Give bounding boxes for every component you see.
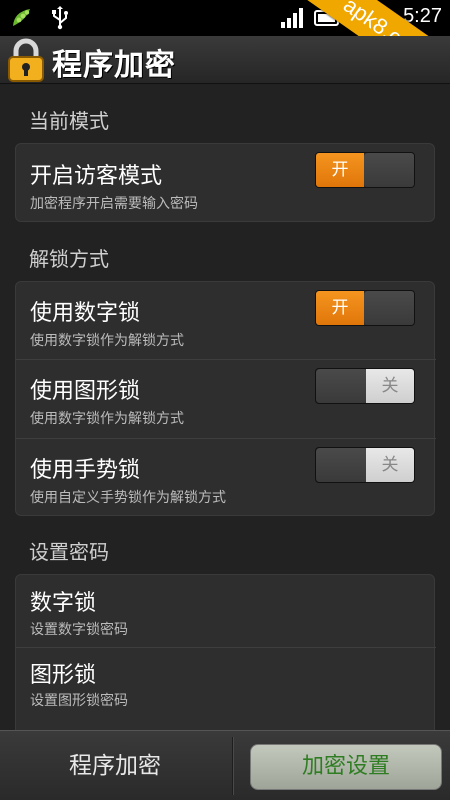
card-unlock-method: 使用数字锁 使用数字锁作为解锁方式 开 使用图形锁 使用数字锁作为解锁方式 关 …	[15, 281, 436, 517]
row-subtitle: 设置图形锁密码	[30, 693, 128, 709]
settings-list[interactable]: 当前模式 开启访客模式 加密程序开启需要输入密码 开 解锁方式 使用数字锁 使用…	[0, 84, 450, 730]
section-title-set-password: 设置密码	[29, 540, 109, 564]
row-subtitle: 使用数字锁作为解锁方式	[30, 333, 184, 349]
row-subtitle: 加密程序开启需要输入密码	[30, 196, 198, 212]
row-pattern-lock[interactable]: 使用图形锁 使用数字锁作为解锁方式 关	[16, 360, 436, 438]
row-set-number-lock[interactable]: 数字锁 设置数字锁密码	[16, 575, 436, 647]
row-title: 图形锁	[30, 663, 97, 688]
tab-divider	[232, 737, 234, 795]
row-title: 开启访客模式	[30, 164, 163, 189]
toggle-on-label: 开	[316, 153, 364, 187]
row-title: 使用图形锁	[30, 379, 141, 404]
page-title: 程序加密	[52, 48, 176, 83]
pattern-lock-toggle[interactable]: 关	[315, 368, 415, 404]
row-number-lock[interactable]: 使用数字锁 使用数字锁作为解锁方式 开	[16, 282, 436, 360]
toggle-knob	[316, 369, 368, 403]
row-title: 使用数字锁	[30, 301, 141, 326]
card-set-password: 数字锁 设置数字锁密码 图形锁 设置图形锁密码	[15, 574, 436, 730]
row-title: 使用手势锁	[30, 458, 141, 483]
toggle-off-label: 关	[366, 369, 414, 403]
toggle-knob	[364, 291, 414, 325]
android-pea-icon	[10, 6, 36, 34]
tab-encrypt-settings[interactable]: 加密设置	[250, 744, 442, 790]
app-title-bar: 程序加密	[0, 36, 450, 84]
signal-icon	[280, 6, 306, 34]
toggle-off-label: 关	[366, 448, 414, 482]
row-subtitle: 使用数字锁作为解锁方式	[30, 411, 184, 427]
gesture-lock-toggle[interactable]: 关	[315, 447, 415, 483]
row-subtitle: 使用自定义手势锁作为解锁方式	[30, 490, 226, 506]
toggle-on-label: 开	[316, 291, 364, 325]
tab-program-encrypt[interactable]: 程序加密	[0, 731, 230, 800]
row-subtitle: 设置数字锁密码	[30, 622, 128, 638]
section-title-unlock-method: 解锁方式	[29, 247, 109, 271]
row-guest-mode[interactable]: 开启访客模式 加密程序开启需要输入密码 开	[16, 144, 436, 223]
row-set-pattern-lock[interactable]: 图形锁 设置图形锁密码	[16, 648, 436, 720]
section-title-current-mode: 当前模式	[29, 109, 109, 133]
guest-mode-toggle[interactable]: 开	[315, 152, 415, 188]
number-lock-toggle[interactable]: 开	[315, 290, 415, 326]
row-title: 数字锁	[30, 591, 97, 616]
usb-icon	[50, 6, 70, 34]
row-gesture-lock[interactable]: 使用手势锁 使用自定义手势锁作为解锁方式 关	[16, 439, 436, 517]
bottom-tab-bar: 程序加密 加密设置	[0, 730, 450, 800]
lock-icon	[4, 38, 48, 82]
toggle-knob	[316, 448, 368, 482]
toggle-knob	[364, 153, 414, 187]
card-current-mode: 开启访客模式 加密程序开启需要输入密码 开	[15, 143, 435, 222]
